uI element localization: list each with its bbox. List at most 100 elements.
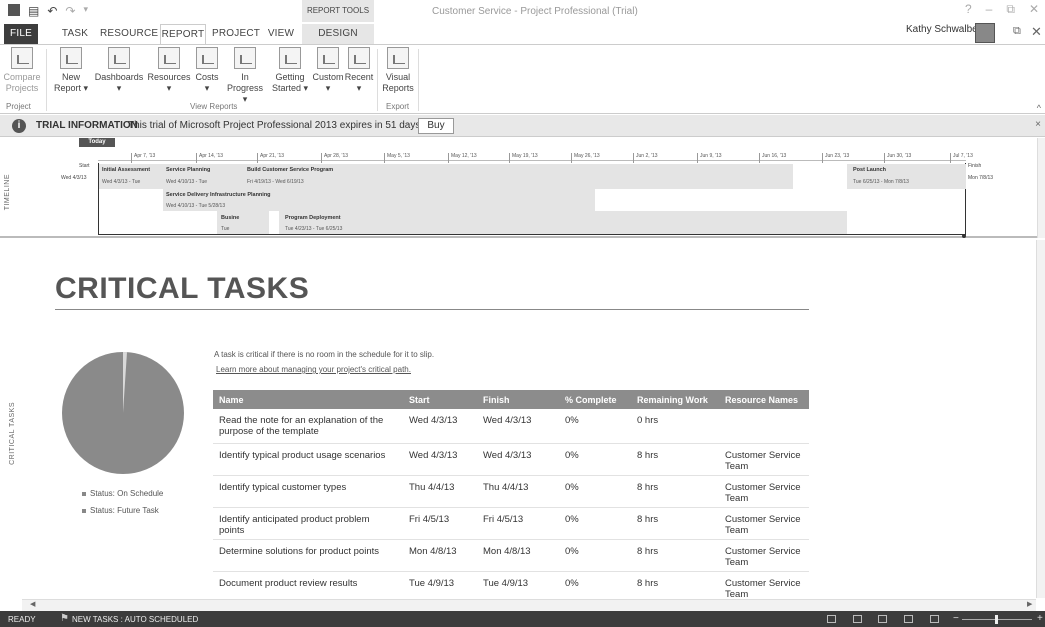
cell-percent-complete: 0% <box>559 507 631 540</box>
restore-icon[interactable]: ⧉ <box>1006 2 1015 17</box>
cell-start: Mon 4/8/13 <box>403 539 477 572</box>
timeline-resize-handle[interactable] <box>962 234 966 238</box>
table-row[interactable]: Determine solutions for product points M… <box>213 539 809 572</box>
zoom-slider-thumb[interactable] <box>995 615 998 624</box>
group-separator <box>418 49 419 111</box>
cell-remaining-work: 8 hrs <box>631 475 719 508</box>
column-header-percent-complete: % Complete <box>559 390 631 409</box>
quick-access-toolbar: ▤ ↶ ↷ ▾ <box>8 4 88 18</box>
save-icon[interactable]: ▤ <box>28 4 39 18</box>
legend-swatch <box>82 508 86 513</box>
in-progress-button[interactable]: In Progress ▾ <box>222 47 268 105</box>
cell-percent-complete: 0% <box>559 475 631 508</box>
timeline-side-label: TIMELINE <box>4 174 11 211</box>
timeline-vertical-scrollbar[interactable] <box>1037 138 1045 238</box>
critical-path-help-link[interactable]: Learn more about managing your project's… <box>216 365 411 374</box>
visual-reports-button[interactable]: Visual Reports <box>380 47 416 94</box>
collapse-ribbon-icon[interactable]: ^ <box>1037 103 1041 113</box>
cell-remaining-work: 8 hrs <box>631 507 719 540</box>
cell-finish: Fri 4/5/13 <box>477 507 559 540</box>
user-name[interactable]: Kathy Schwalbe ▾ <box>906 24 986 35</box>
timeline-date-tick: Apr 21, '13 <box>257 153 284 163</box>
critical-tasks-table[interactable]: Name Start Finish % Complete Remaining W… <box>213 390 809 604</box>
cell-start: Fri 4/5/13 <box>403 507 477 540</box>
critical-tasks-pie-chart[interactable] <box>58 348 188 478</box>
cell-finish: Mon 4/8/13 <box>477 539 559 572</box>
timeline-bar-program-deployment[interactable] <box>279 211 847 234</box>
context-tab-title: REPORT TOOLS <box>302 0 374 22</box>
tab-project[interactable]: PROJECT <box>212 24 260 44</box>
team-planner-view-icon[interactable] <box>904 615 913 623</box>
tab-task[interactable]: TASK <box>58 24 92 44</box>
table-row[interactable]: Identify typical product usage scenarios… <box>213 443 809 476</box>
group-label-view-reports: View Reports <box>190 102 238 111</box>
customize-qat-icon[interactable]: ▾ <box>83 4 88 18</box>
view-shortcut-icon[interactable] <box>827 615 836 623</box>
tab-resource[interactable]: RESOURCE <box>100 24 158 44</box>
trial-message: This trial of Microsoft Project Professi… <box>128 120 424 131</box>
group-separator <box>377 49 378 111</box>
ribbon: Compare Projects New Report ▾ Dashboards… <box>0 44 1045 114</box>
scroll-left-arrow-icon[interactable]: ◀ <box>30 600 35 608</box>
tab-report[interactable]: REPORT <box>160 24 206 45</box>
close-icon[interactable]: ✕ <box>1029 2 1039 17</box>
cell-resource-names: Customer Service Team <box>719 507 809 540</box>
task-usage-view-icon[interactable] <box>878 615 887 623</box>
tab-design[interactable]: DESIGN <box>302 24 374 44</box>
table-header-row: Name Start Finish % Complete Remaining W… <box>213 390 809 409</box>
dashboards-button[interactable]: Dashboards ▾ <box>92 47 146 94</box>
table-row[interactable]: Read the note for an explanation of the … <box>213 409 809 444</box>
zoom-in-icon[interactable]: + <box>1037 613 1043 624</box>
cell-percent-complete: 0% <box>559 409 631 444</box>
today-marker: Today <box>79 138 115 147</box>
getting-started-icon <box>279 47 301 69</box>
column-header-resource-names: Resource Names <box>719 390 809 409</box>
timeline-task-name: Build Customer Service Program <box>247 167 334 173</box>
visual-reports-icon <box>387 47 409 69</box>
resources-button[interactable]: Resources ▾ <box>146 47 192 94</box>
redo-icon[interactable]: ↷ <box>65 4 75 18</box>
vertical-scrollbar[interactable] <box>1036 240 1045 598</box>
scroll-right-arrow-icon[interactable]: ▶ <box>1027 600 1032 608</box>
buy-button[interactable]: Buy <box>418 118 454 134</box>
avatar[interactable] <box>975 23 995 43</box>
timeline-task-dates: Fri 4/19/13 - Wed 6/19/13 <box>247 179 304 185</box>
compare-projects-button[interactable]: Compare Projects <box>2 47 42 94</box>
new-report-button[interactable]: New Report ▾ <box>52 47 90 94</box>
report-view-icon[interactable] <box>930 615 939 623</box>
cell-resource-names <box>719 409 809 444</box>
timeline-date-tick: Jun 30, '13 <box>884 153 911 163</box>
tab-file[interactable]: FILE <box>4 24 38 44</box>
timeline-task-dates: Wed 4/3/13 - Tue <box>102 179 141 185</box>
recent-button[interactable]: Recent ▾ <box>344 47 374 94</box>
timeline-finish-label: Finish <box>968 163 982 169</box>
ribbon-display-options-icon[interactable]: ⧉ <box>1013 25 1021 38</box>
timeline-task-name: Service Delivery Infrastructure Planning <box>166 192 271 198</box>
zoom-out-icon[interactable]: − <box>953 613 959 624</box>
timeline-task-dates: Tue 4/23/13 - Tue 6/25/13 <box>285 226 343 232</box>
minimize-icon[interactable]: – <box>986 2 993 17</box>
table-row[interactable]: Identify typical customer types Thu 4/4/… <box>213 475 809 508</box>
project-app-icon <box>8 4 20 16</box>
cell-finish: Wed 4/3/13 <box>477 443 559 476</box>
close-document-icon[interactable]: ✕ <box>1031 24 1042 40</box>
custom-button[interactable]: Custom ▾ <box>310 47 346 94</box>
table-row[interactable]: Identify anticipated product problem poi… <box>213 507 809 540</box>
custom-icon <box>317 47 339 69</box>
gantt-view-icon[interactable] <box>853 615 862 623</box>
window-title: Customer Service - Project Professional … <box>432 6 638 17</box>
trial-info-bar: i TRIAL INFORMATION This trial of Micros… <box>0 115 1045 137</box>
timeline-date-tick: Jun 16, '13 <box>759 153 786 163</box>
timeline-pane[interactable]: TIMELINE Today Start Wed 4/3/13 Finish M… <box>0 138 1045 238</box>
tab-view[interactable]: VIEW <box>264 24 298 44</box>
help-icon[interactable]: ? <box>965 2 972 17</box>
getting-started-button[interactable]: Getting Started ▾ <box>270 47 310 94</box>
horizontal-scrollbar[interactable] <box>22 599 1036 611</box>
timeline-task-dates: Wed 4/10/13 - Tue <box>166 179 208 185</box>
timeline-date-tick: Jul 7, '13 <box>950 153 973 163</box>
undo-icon[interactable]: ↶ <box>47 4 57 18</box>
close-icon[interactable]: × <box>1035 119 1041 130</box>
timeline-date-tick: May 12, '13 <box>448 153 477 163</box>
new-tasks-mode[interactable]: NEW TASKS : AUTO SCHEDULED <box>72 615 198 624</box>
costs-button[interactable]: Costs ▾ <box>192 47 222 94</box>
